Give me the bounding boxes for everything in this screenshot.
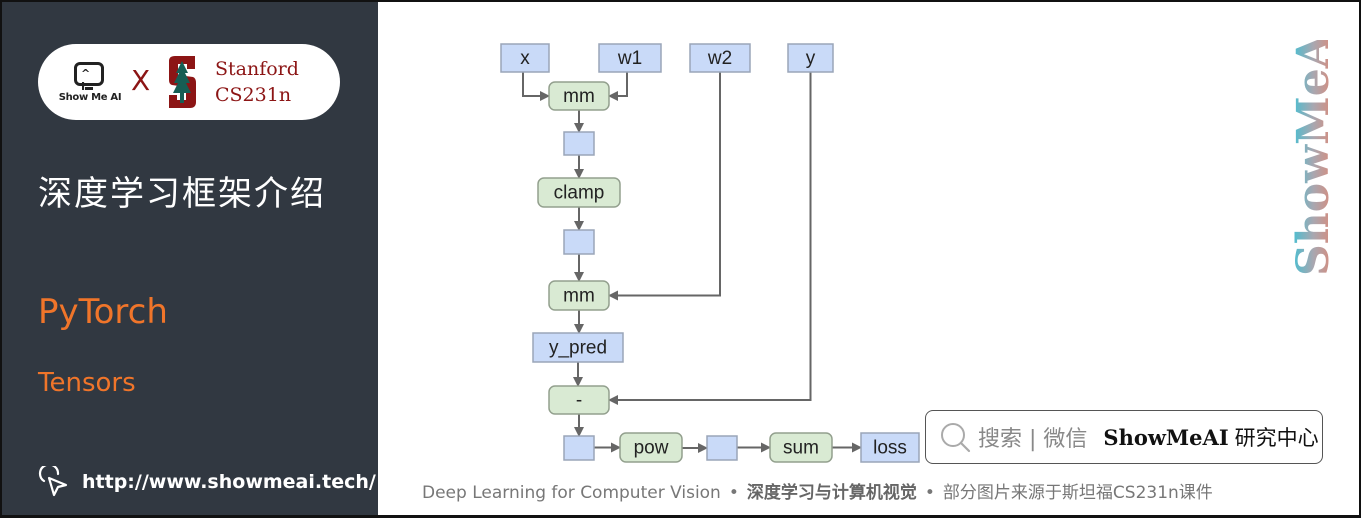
search-brand: ShowMeAI (1103, 424, 1229, 450)
edge-x-to-mm1 (522, 72, 550, 101)
svg-text:ShowMeAI: ShowMeAI (1288, 40, 1339, 276)
h-box (563, 131, 595, 156)
node-sq (706, 435, 738, 461)
edge-w1-to-mm1 (608, 72, 628, 101)
node-sum: sum (769, 432, 833, 463)
mm2-label: mm (563, 286, 595, 307)
w1-label: w1 (617, 48, 642, 69)
node-clamp: clamp (537, 177, 621, 208)
node-w2: w2 (689, 43, 751, 73)
h_relu-box (563, 229, 595, 255)
footer: Deep Learning for Computer Vision • 深度学习与计… (422, 483, 1213, 503)
edge-w2-to-mm2 (608, 72, 721, 301)
minus-label: - (576, 390, 582, 411)
node-w1: w1 (598, 43, 662, 73)
node-diff (563, 435, 595, 461)
node-y: y (787, 43, 834, 73)
showmeai-watermark: ShowMeAI (1288, 40, 1339, 276)
node-h_relu (563, 229, 595, 255)
y_pred-label: y_pred (549, 338, 607, 359)
node-y_pred: y_pred (532, 332, 624, 363)
footer-course-en: Deep Learning for Computer Vision (422, 483, 721, 503)
node-x: x (500, 43, 550, 73)
footer-course-cn: 深度学习与计算机视觉 (746, 483, 917, 503)
search-brand-suffix: 研究中心 (1234, 426, 1319, 450)
diff-box (563, 435, 595, 461)
y-label: y (806, 48, 816, 69)
node-loss: loss (860, 432, 920, 463)
footer-credit: 部分图片来源于斯坦福CS231n课件 (942, 483, 1213, 503)
sq-box (706, 435, 738, 461)
loss-label: loss (873, 438, 907, 459)
node-minus: - (548, 385, 610, 415)
search-box[interactable]: 搜索 | 微信 ShowMeAI 研究中心 (925, 410, 1323, 464)
node-mm1: mm (548, 81, 610, 111)
search-icon (941, 423, 971, 453)
search-label: 搜索 | 微信 (978, 427, 1088, 452)
node-h (563, 131, 595, 156)
x-label: x (520, 48, 530, 69)
node-mm2: mm (548, 280, 610, 311)
node-pow: pow (619, 432, 683, 463)
edge-y-to-minus (608, 72, 812, 405)
sum-label: sum (783, 438, 819, 459)
pow-label: pow (634, 438, 669, 459)
w2-label: w2 (707, 48, 732, 69)
mm1-label: mm (563, 86, 595, 107)
clamp-label: clamp (554, 183, 605, 204)
